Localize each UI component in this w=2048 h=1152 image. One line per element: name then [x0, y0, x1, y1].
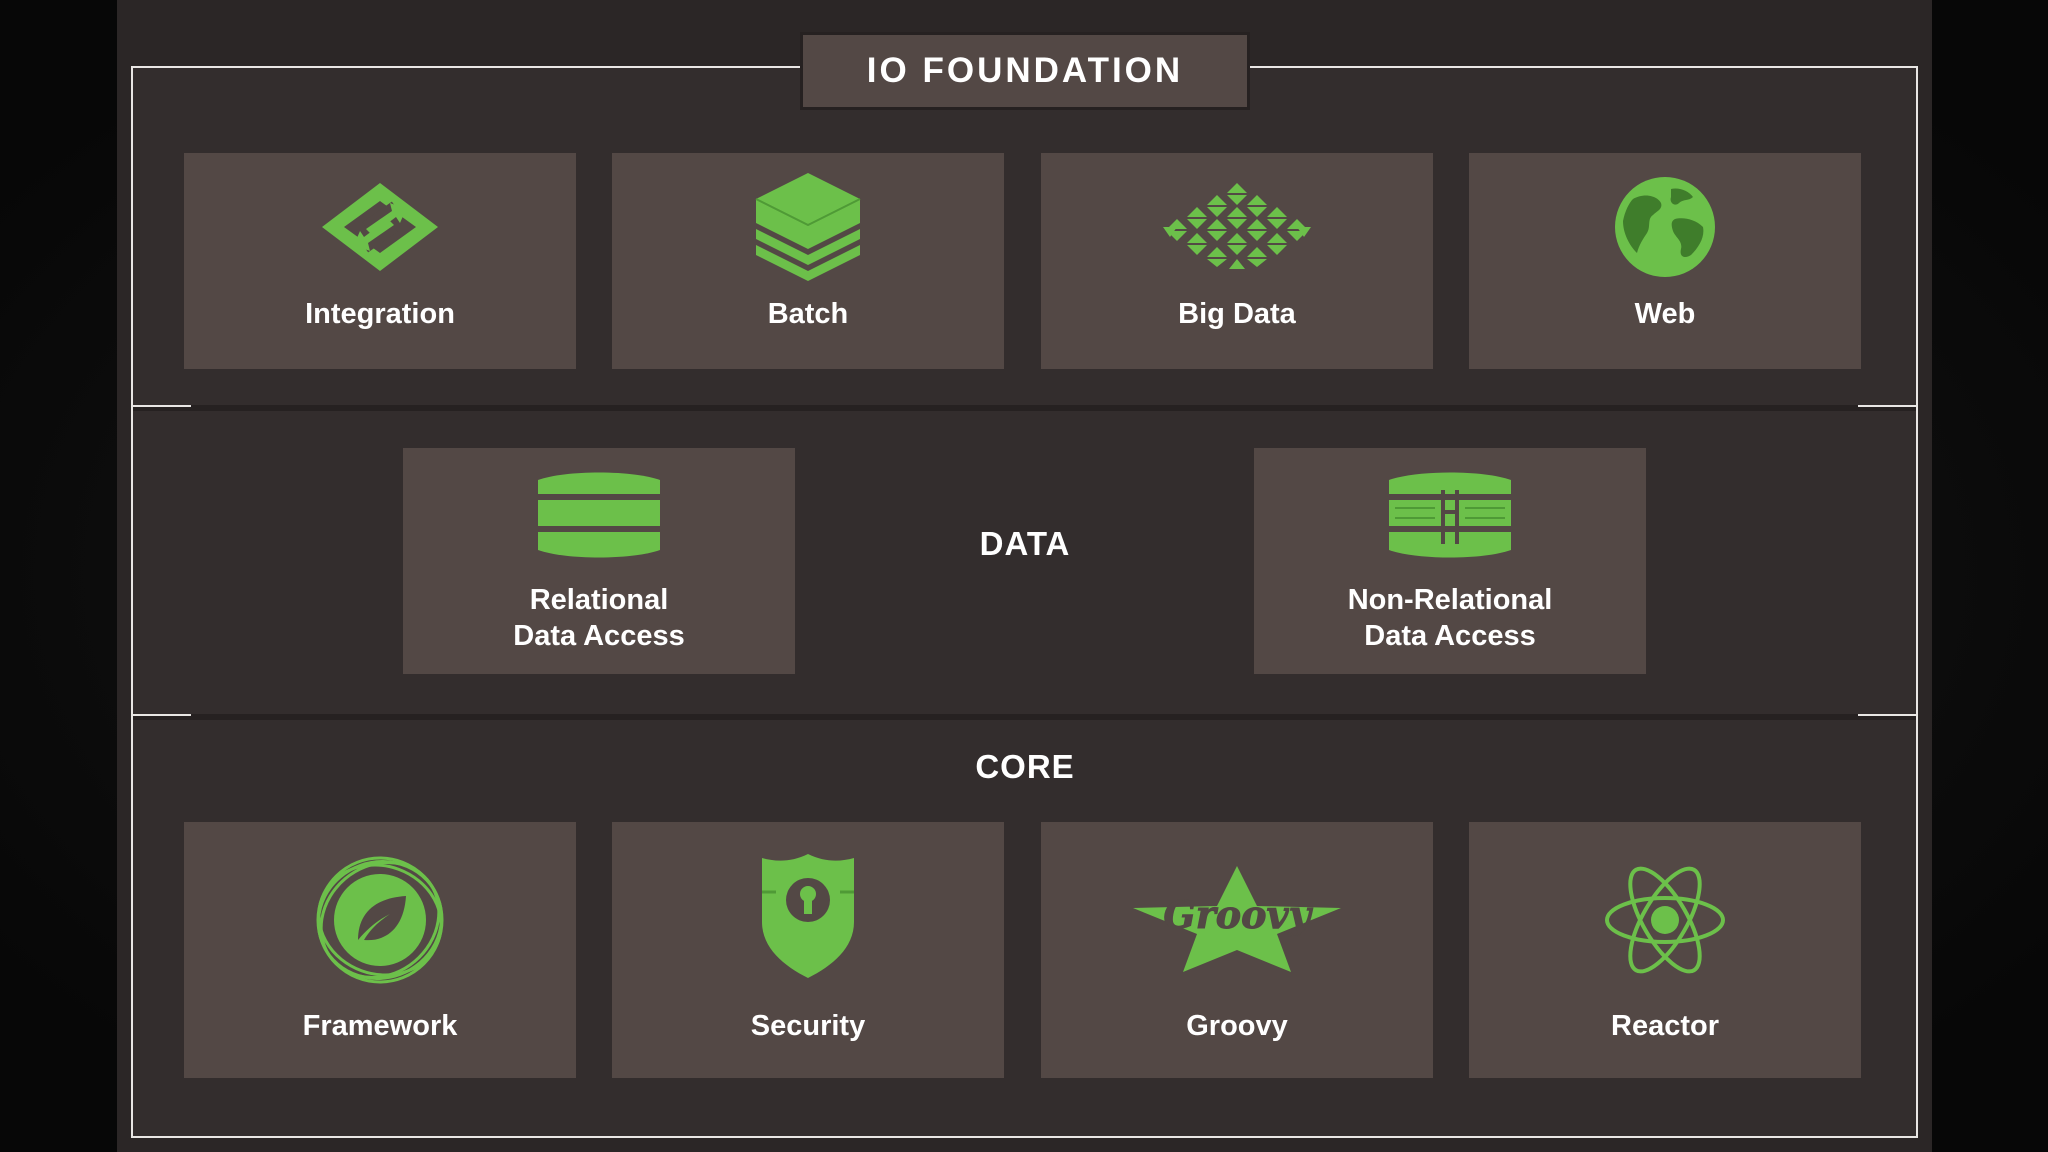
tile-batch-label: Batch	[767, 298, 849, 330]
batch-layers-icon	[755, 173, 861, 281]
tile-batch[interactable]: Batch	[612, 153, 1004, 369]
data-section-label: DATA	[979, 525, 1071, 562]
tile-reactor[interactable]: Reactor	[1469, 822, 1861, 1078]
tile-integration[interactable]: Integration	[184, 153, 576, 369]
non-relational-database-icon	[1389, 472, 1511, 558]
section-divider-top	[133, 405, 1916, 411]
tile-big-data[interactable]: Big Data	[1041, 153, 1433, 369]
tile-web-label: Web	[1634, 298, 1696, 330]
tile-integration-label: Integration	[305, 298, 455, 330]
groovy-logo-text: Groovy	[1163, 892, 1313, 937]
tile-web[interactable]: Web	[1469, 153, 1861, 369]
tile-groovy[interactable]: Groovy Groovy	[1041, 822, 1433, 1078]
big-data-grid-icon	[1163, 183, 1311, 269]
tile-security-label: Security	[750, 1010, 866, 1042]
io-foundation-title-text: IO FOUNDATION	[866, 51, 1184, 90]
atom-icon	[1605, 866, 1725, 974]
core-section-label: CORE	[975, 748, 1075, 785]
shield-keyhole-icon	[762, 854, 854, 978]
relational-database-icon	[538, 472, 660, 558]
tile-non-relational-label-line1: Non-Relational	[1347, 584, 1553, 616]
tile-groovy-label: Groovy	[1186, 1010, 1288, 1042]
tile-relational-data-access[interactable]: Relational Data Access	[403, 448, 795, 674]
globe-icon	[1615, 177, 1715, 277]
tile-non-relational-label-line2: Data Access	[1364, 620, 1536, 652]
tile-relational-label-line2: Data Access	[513, 620, 685, 652]
tile-non-relational-data-access[interactable]: Non-Relational Data Access	[1254, 448, 1646, 674]
tile-framework[interactable]: Framework	[184, 822, 576, 1078]
integration-icon	[322, 183, 438, 271]
tile-security[interactable]: Security	[612, 822, 1004, 1078]
tile-framework-label: Framework	[302, 1010, 458, 1042]
tile-reactor-label: Reactor	[1611, 1010, 1719, 1042]
groovy-star-icon: Groovy	[1133, 866, 1341, 972]
io-foundation-title: IO FOUNDATION	[800, 32, 1250, 110]
tile-big-data-label: Big Data	[1178, 298, 1296, 330]
section-divider-bottom	[133, 714, 1916, 720]
stage: IO FOUNDATION Integration Batch Big Data…	[0, 0, 2048, 1152]
tile-relational-label-line1: Relational	[529, 584, 669, 616]
spring-leaf-icon	[316, 856, 444, 984]
